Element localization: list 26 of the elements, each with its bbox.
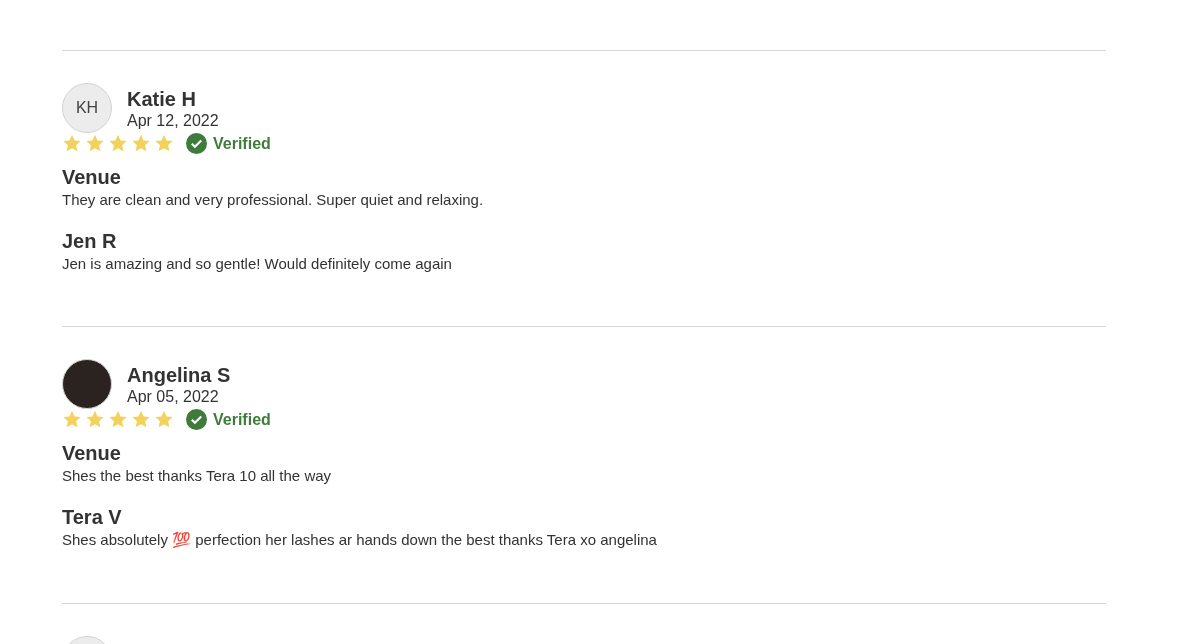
section-title: Tera V (62, 506, 123, 529)
review-date: Apr 12, 2022 (127, 111, 219, 131)
section-title: Venue (62, 166, 122, 189)
star-icon (62, 410, 82, 429)
section-title: Jen R (62, 230, 118, 253)
verified-label: Verified (213, 410, 271, 429)
star-icon (154, 134, 174, 153)
star-icon (131, 134, 151, 153)
star-icon (131, 410, 151, 429)
reviewer-name: Katie H (127, 87, 197, 111)
star-icon (62, 134, 82, 153)
star-icon (154, 410, 174, 429)
star-icon (108, 134, 128, 153)
star-icon (85, 410, 105, 429)
photo-placeholder (62, 359, 112, 409)
review-date: Apr 05, 2022 (127, 387, 220, 407)
avatar: KH (62, 83, 112, 133)
review-text: Shes the best thanks Tera 10 all the way (62, 467, 333, 484)
section-title: Venue (62, 442, 122, 465)
review-text: Jen is amazing and so gentle! Would definitely come again (62, 255, 453, 272)
review-text: Shes absolutely 💯 perfection her lashes ar hands down the best thanks Tera xo angelina (62, 531, 658, 549)
review-text: They are clean and very professional. Super quiet and relaxing. (62, 191, 485, 208)
verified-label: Verified (213, 134, 271, 153)
star-icon (85, 134, 105, 153)
star-icon (108, 410, 128, 429)
reviewer-name: Angelina S (127, 363, 231, 387)
